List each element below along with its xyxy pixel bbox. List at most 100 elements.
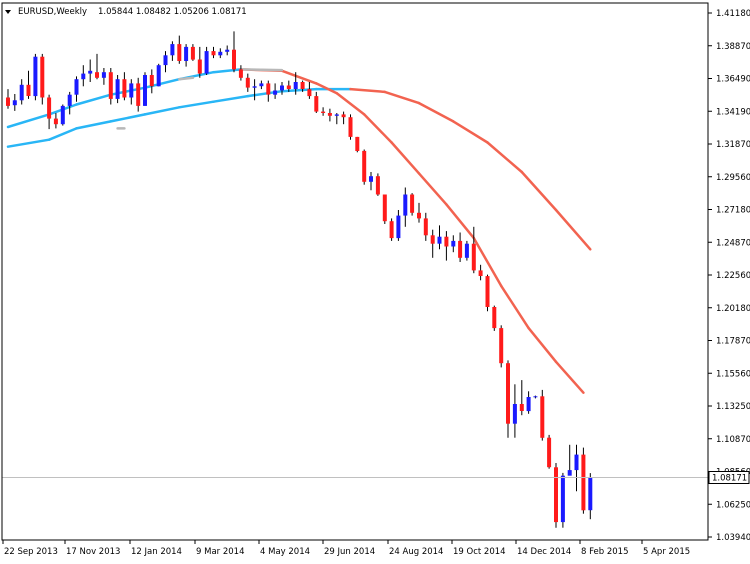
candle-body-bear	[238, 69, 243, 78]
y-tick-label: 1.15560	[716, 369, 750, 379]
x-tick-label: 5 Apr 2015	[643, 547, 690, 557]
candle-body-bull	[533, 396, 538, 398]
candle-body-bull	[156, 65, 161, 87]
x-tick-label: 22 Sep 2013	[4, 547, 58, 557]
y-tick-label: 1.38870	[716, 42, 750, 52]
candle-body-bear	[348, 117, 353, 137]
candle-body-bear	[314, 96, 319, 112]
candle-body-bear	[211, 51, 216, 56]
candle-body-bear	[519, 404, 524, 411]
candle-body-bear	[341, 114, 346, 118]
candle-body-bear	[444, 236, 449, 247]
candle-body-bull	[88, 70, 93, 74]
y-tick-label: 1.27180	[716, 206, 750, 216]
chart: 1.41180 1.38870 1.36490 1.34190 1.31870 1.295…	[0, 0, 750, 560]
candle-body-bear	[430, 235, 435, 244]
candle-body-bull	[101, 72, 106, 78]
candle-body-bear	[197, 59, 202, 74]
candle-body-bull	[33, 56, 38, 97]
candle-body-bear	[375, 176, 380, 195]
candle-body-bear	[232, 49, 236, 70]
candle-body-bull	[67, 94, 72, 106]
chart-title: EURUSD,Weekly	[18, 7, 87, 17]
candle-body-bear	[540, 396, 545, 438]
candle-body-bull	[184, 46, 189, 61]
candle-body-bear	[47, 97, 52, 119]
y-tick-label: 1.17870	[716, 337, 750, 347]
y-tick-label: 1.20180	[716, 304, 750, 314]
candle-body-bear	[547, 437, 552, 468]
candle-body-bear	[499, 328, 504, 364]
candle-body-bear	[458, 240, 463, 258]
candle-body-bear	[410, 194, 415, 213]
candle-body-bear	[190, 46, 195, 60]
candle-body-bull	[451, 240, 456, 247]
candle-body-bull	[81, 73, 86, 80]
candle-body-bear	[122, 79, 127, 98]
candle-body-bear	[554, 467, 558, 523]
candle-body-bull	[512, 404, 517, 424]
candle-body-bear	[485, 276, 490, 307]
x-tick-label: 4 May 2014	[260, 547, 310, 557]
candle-body-bear	[382, 194, 387, 222]
candle-body-bear	[245, 77, 250, 88]
candle-body-bull	[129, 83, 134, 98]
candle-body-bull	[560, 475, 565, 523]
candle-body-bull	[293, 82, 298, 89]
x-tick-label: 8 Feb 2015	[581, 547, 629, 557]
x-tick-label: 24 Aug 2014	[389, 547, 443, 557]
candle-body-bull	[464, 243, 469, 258]
ohlc-readout: 1.05844 1.08482 1.05206 1.08171	[98, 7, 247, 17]
candle-body-bear	[286, 85, 291, 89]
candle-body-bull	[12, 100, 17, 106]
candle-body-bull	[273, 90, 278, 95]
candle-body-bear	[492, 307, 497, 329]
candle-body-bull	[369, 176, 373, 182]
candle-body-bear	[423, 218, 428, 236]
candle-body-bull	[437, 236, 442, 244]
candle-body-bear	[389, 221, 394, 239]
candle-body-bear	[307, 89, 312, 97]
ma-flat-segment	[178, 76, 195, 81]
candle-body-bear	[417, 212, 421, 219]
candle-body-bull	[170, 44, 175, 56]
candle-body-bull	[115, 79, 120, 99]
candle-body-bear	[327, 113, 332, 116]
x-tick-label: 19 Oct 2014	[453, 547, 506, 557]
candle-body-bull	[588, 477, 593, 511]
candle-body-bear	[321, 111, 326, 113]
candle-body-bear	[26, 84, 31, 96]
candle-body-bull	[403, 194, 408, 216]
y-tick-label: 1.03940	[716, 533, 750, 543]
candle-body-bull	[143, 75, 147, 106]
candle-body-bear	[6, 97, 10, 106]
x-tick-label: 17 Nov 2013	[66, 547, 120, 557]
candle-body-bear	[149, 75, 154, 87]
candle-body-bull	[252, 86, 257, 88]
x-tick-label: 14 Dec 2014	[517, 547, 571, 557]
y-tick-label: 1.22560	[716, 271, 750, 281]
y-tick-label: 1.24870	[716, 238, 750, 248]
candle-body-bear	[108, 72, 113, 99]
candle-body-bull	[60, 105, 65, 125]
candle-body-bear	[53, 118, 58, 125]
y-tick-label: 1.13250	[716, 402, 750, 412]
candle-body-bull	[334, 114, 339, 116]
candle-body-bull	[19, 84, 24, 101]
candle-body-bear	[177, 44, 182, 61]
y-tick-label: 1.06250	[716, 500, 750, 510]
y-tick-label: 1.36490	[716, 75, 750, 85]
candle-body-bear	[40, 56, 45, 98]
candle-body-bear	[581, 454, 586, 511]
x-tick-label: 29 Jun 2014	[324, 547, 375, 557]
candle-body-bear	[136, 83, 141, 106]
y-tick-label: 1.41180	[716, 9, 750, 19]
candle-body-bull	[567, 470, 572, 476]
candle-body-bear	[95, 72, 99, 78]
last-price-label: 1.08171	[712, 474, 747, 484]
chart-header: EURUSD,Weekly 1.05844 1.08482 1.05206 1.…	[5, 7, 247, 17]
candle-body-bull	[204, 51, 209, 74]
y-tick-label: 1.29560	[716, 173, 750, 183]
x-tick-label: 12 Jan 2014	[131, 547, 182, 557]
candle-body-bull	[526, 397, 531, 412]
